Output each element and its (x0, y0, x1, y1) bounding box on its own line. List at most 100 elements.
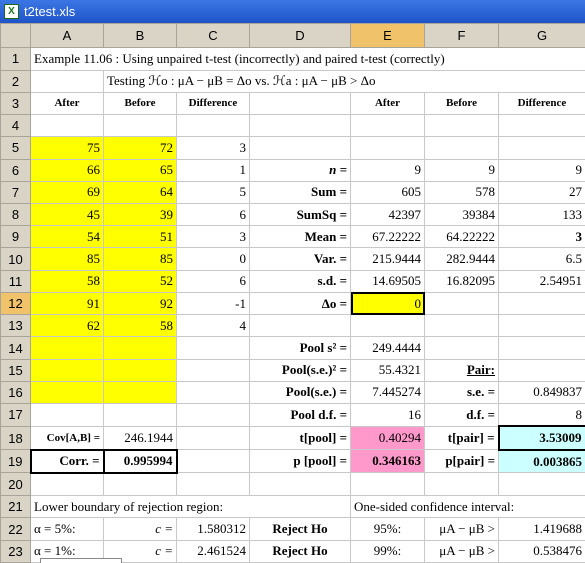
cell-d22[interactable]: Reject Ho (249, 517, 351, 541)
cell-a17[interactable] (30, 403, 104, 427)
cell-g12[interactable] (498, 291, 585, 316)
cell-e22[interactable]: 95%: (350, 517, 425, 541)
cell-c23[interactable]: 2.461524 (176, 539, 250, 563)
cell-g5[interactable] (498, 136, 585, 160)
cell-a10[interactable]: 85 (30, 247, 104, 271)
cell-a7[interactable]: 69 (30, 180, 104, 204)
row-header-12[interactable]: 12 (0, 291, 31, 316)
cell-g11[interactable]: 2.54951 (498, 269, 585, 293)
cell-d7[interactable]: Sum = (249, 180, 351, 204)
row-header-22[interactable]: 22 (0, 517, 31, 541)
cell-g19[interactable]: 0.003865 (498, 449, 585, 474)
cell-f3[interactable]: Before (424, 91, 499, 116)
cell-d19[interactable]: p [pool] = (249, 449, 351, 474)
cell-b17[interactable] (103, 403, 177, 427)
cell-f15[interactable]: Pair: (424, 358, 499, 382)
column-header-d[interactable]: D (249, 22, 351, 49)
cell-b14[interactable] (103, 336, 177, 360)
cell-c17[interactable] (176, 403, 250, 427)
cell-c10[interactable]: 0 (176, 247, 250, 271)
cell-c4[interactable] (176, 114, 250, 138)
row-header-11[interactable]: 11 (0, 269, 31, 293)
cell-c9[interactable]: 3 (176, 225, 250, 249)
cell-f6[interactable]: 9 (424, 158, 499, 182)
cell-b13[interactable]: 58 (103, 314, 177, 338)
row-header-2[interactable]: 2 (0, 69, 31, 93)
row-header-23[interactable]: 23 (0, 539, 31, 563)
row-header-15[interactable]: 15 (0, 358, 31, 382)
row-header-1[interactable]: 1 (0, 47, 31, 71)
cell-f12[interactable] (424, 291, 499, 316)
cell-e11[interactable]: 14.69505 (350, 269, 425, 293)
cell-e21[interactable]: One-sided confidence interval: (350, 495, 585, 519)
cell-e7[interactable]: 605 (350, 180, 425, 204)
cell-g8[interactable]: 133 (498, 202, 585, 227)
cell-g15[interactable] (498, 358, 585, 382)
cell-f4[interactable] (424, 114, 499, 138)
row-header-16[interactable]: 16 (0, 380, 31, 405)
cell-c22[interactable]: 1.580312 (176, 517, 250, 541)
cell-g17[interactable]: 8 (498, 403, 585, 427)
row-header-10[interactable]: 10 (0, 247, 31, 271)
row-header-7[interactable]: 7 (0, 180, 31, 204)
cell-f19[interactable]: p[pair] = (424, 449, 499, 474)
cell-e6[interactable]: 9 (350, 158, 425, 182)
cell-f5[interactable] (424, 136, 499, 160)
cell-g3[interactable]: Difference (498, 91, 585, 116)
cell-a2[interactable] (30, 69, 104, 93)
row-header-14[interactable]: 14 (0, 336, 31, 360)
cell-e15[interactable]: 55.4321 (350, 358, 425, 382)
column-header-e[interactable]: E (350, 22, 425, 49)
cell-a5[interactable]: 75 (30, 136, 104, 160)
cell-b15[interactable] (103, 358, 177, 382)
cell-a11[interactable]: 58 (30, 269, 104, 293)
row-header-17[interactable]: 17 (0, 403, 31, 427)
cell-f16[interactable]: s.e. = (424, 380, 499, 405)
cell-f9[interactable]: 64.22222 (424, 225, 499, 249)
cell-b10[interactable]: 85 (103, 247, 177, 271)
cell-b20[interactable] (103, 472, 177, 497)
cell-d17[interactable]: Pool d.f. = (249, 403, 351, 427)
cell-d15[interactable]: Pool(s.e.)² = (249, 358, 351, 382)
row-header-4[interactable]: 4 (0, 114, 31, 138)
cell-a22[interactable]: α = 5%: (30, 517, 104, 541)
cell-f7[interactable]: 578 (424, 180, 499, 204)
cell-c12[interactable]: -1 (176, 291, 250, 316)
cell-a20[interactable] (30, 472, 104, 497)
cell-g6[interactable]: 9 (498, 158, 585, 182)
cell-g7[interactable]: 27 (498, 180, 585, 204)
cell-d20[interactable] (249, 472, 351, 497)
cell-e17[interactable]: 16 (350, 403, 425, 427)
column-header-c[interactable]: C (176, 22, 250, 49)
cell-g14[interactable] (498, 336, 585, 360)
row-header-3[interactable]: 3 (0, 91, 31, 116)
cell-e14[interactable]: 249.4444 (350, 336, 425, 360)
cell-b18[interactable]: 246.1944 (103, 425, 177, 451)
cell-d16[interactable]: Pool(s.e.) = (249, 380, 351, 405)
row-header-9[interactable]: 9 (0, 225, 31, 249)
sheet-tab[interactable] (40, 558, 122, 563)
cell-g23[interactable]: 0.538476 (498, 539, 585, 563)
cell-a16[interactable] (30, 380, 104, 405)
cell-a12[interactable]: 91 (30, 291, 104, 316)
cell-a19[interactable]: Corr. = (29, 448, 105, 474)
cell-f22[interactable]: μA − μB > (424, 517, 499, 541)
cell-e4[interactable] (350, 114, 425, 138)
cell-g10[interactable]: 6.5 (498, 247, 585, 271)
cell-g18[interactable]: 3.53009 (497, 425, 585, 451)
cell-f18[interactable]: t[pair] = (424, 425, 499, 451)
cell-g4[interactable] (498, 114, 585, 138)
cell-a13[interactable]: 62 (30, 314, 104, 338)
row-header-6[interactable]: 6 (0, 158, 31, 182)
cell-g9[interactable]: 3 (498, 225, 585, 249)
cell-b19[interactable]: 0.995994 (102, 448, 178, 474)
cell-b5[interactable]: 72 (103, 136, 177, 160)
cell-d10[interactable]: Var. = (249, 247, 351, 271)
cell-a15[interactable] (30, 358, 104, 382)
cell-d13[interactable] (249, 314, 351, 338)
cell-c13[interactable]: 4 (176, 314, 250, 338)
cell-e9[interactable]: 67.22222 (350, 225, 425, 249)
cell-b16[interactable] (103, 380, 177, 405)
cell-e5[interactable] (350, 136, 425, 160)
cell-a21[interactable]: Lower boundary of rejection region: (30, 495, 351, 519)
